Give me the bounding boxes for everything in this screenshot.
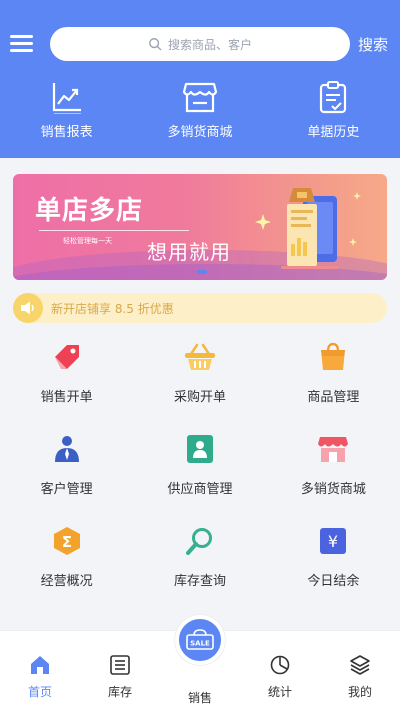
supplier-icon — [183, 432, 217, 466]
header: 搜索商品、客户 搜索 销售报表 多销货商城 单据历史 — [0, 0, 400, 158]
grid-item-sales-order[interactable]: 销售开单 — [0, 340, 133, 432]
grid-item-label: 商品管理 — [307, 390, 360, 405]
layers-icon — [348, 653, 372, 677]
tab-label: 销售 — [187, 691, 212, 705]
app-home-page: 搜索商品、客户 搜索 销售报表 多销货商城 单据历史 单店多店 轻松管理每一天 … — [0, 0, 400, 711]
quick-link-label: 销售报表 — [40, 125, 93, 140]
tab-label: 我的 — [347, 685, 372, 699]
store-icon — [180, 78, 220, 116]
menu-icon[interactable] — [9, 33, 35, 55]
grid-item-label: 客户管理 — [40, 482, 93, 497]
grid-item-business-overview[interactable]: Σ 经营概况 — [0, 524, 133, 616]
sales-report-chart-icon — [47, 78, 87, 116]
quick-link-label: 多销货商城 — [167, 125, 233, 140]
tab-inventory[interactable]: 库存 — [80, 631, 160, 711]
tab-label: 库存 — [107, 685, 132, 699]
tab-home[interactable]: 首页 — [0, 631, 80, 711]
grid-item-daily-balance[interactable]: ¥ 今日结余 — [267, 524, 400, 616]
grid-item-customer-management[interactable]: 客户管理 — [0, 432, 133, 524]
shopping-bag-icon — [316, 340, 350, 374]
phone-receipt-illustration — [255, 188, 361, 269]
speaker-icon — [13, 293, 43, 323]
search-icon — [149, 38, 162, 51]
sigma-icon: Σ — [50, 524, 84, 558]
promo-banner[interactable]: 单店多店 轻松管理每一天 想用就用 — [13, 174, 387, 280]
banner-title: 单店多店 — [35, 196, 144, 226]
search-input[interactable]: 搜索商品、客户 — [50, 27, 350, 61]
svg-text:¥: ¥ — [328, 532, 338, 551]
customer-icon — [50, 432, 84, 466]
magnifier-icon — [183, 524, 217, 558]
grid-item-label: 多销货商城 — [300, 482, 366, 497]
basket-icon — [183, 340, 217, 374]
quick-link-store[interactable]: 多销货商城 — [133, 78, 266, 148]
tag-icon — [50, 340, 84, 374]
promo-notice[interactable]: 新开店铺享 8.5 折优惠 — [13, 293, 387, 323]
tab-statistics[interactable]: 统计 — [240, 631, 320, 711]
bottom-tab-bar: 首页 库存 SALE 销售 统计 我的 — [0, 615, 400, 711]
grid-item-supplier-management[interactable]: 供应商管理 — [133, 432, 266, 524]
search-button[interactable]: 搜索 — [358, 34, 388, 55]
clipboard-history-icon — [313, 78, 353, 116]
sale-badge-text: SALE — [190, 640, 210, 648]
quick-link-label: 单据历史 — [307, 125, 360, 140]
store-icon — [316, 432, 350, 466]
quick-link-history[interactable]: 单据历史 — [267, 78, 400, 148]
function-grid: 销售开单 采购开单 商品管理 客户管理 供应商管理 多销货商城 Σ 经营概况 库… — [0, 340, 400, 656]
grid-item-purchase-order[interactable]: 采购开单 — [133, 340, 266, 432]
grid-item-product-management[interactable]: 商品管理 — [267, 340, 400, 432]
quick-links: 销售报表 多销货商城 单据历史 — [0, 78, 400, 148]
inventory-list-icon — [108, 653, 132, 677]
pie-chart-icon — [268, 653, 292, 677]
grid-item-label: 库存查询 — [173, 574, 226, 589]
grid-item-label: 供应商管理 — [167, 482, 233, 497]
svg-text:Σ: Σ — [62, 533, 72, 551]
tab-label: 首页 — [27, 685, 52, 699]
yen-icon: ¥ — [316, 524, 350, 558]
notice-text: 新开店铺享 8.5 折优惠 — [51, 301, 174, 316]
grid-item-label: 销售开单 — [40, 390, 93, 405]
grid-item-label: 采购开单 — [173, 390, 226, 405]
home-icon — [28, 653, 52, 677]
banner-subtitle: 想用就用 — [147, 240, 231, 264]
grid-item-label: 今日结余 — [307, 574, 360, 589]
grid-item-label: 经营概况 — [40, 574, 93, 589]
quick-link-sales-report[interactable]: 销售报表 — [0, 78, 133, 148]
grid-item-multi-store-mall[interactable]: 多销货商城 — [267, 432, 400, 524]
tab-label: 统计 — [267, 685, 292, 699]
grid-item-inventory-query[interactable]: 库存查询 — [133, 524, 266, 616]
banner-small-text: 轻松管理每一天 — [63, 237, 112, 245]
banner-page-indicator[interactable] — [197, 270, 207, 274]
tab-sales[interactable]: SALE 销售 — [160, 615, 240, 711]
tab-mine[interactable]: 我的 — [320, 631, 400, 711]
search-placeholder: 搜索商品、客户 — [167, 37, 252, 52]
sale-badge-icon[interactable]: SALE — [175, 615, 225, 665]
